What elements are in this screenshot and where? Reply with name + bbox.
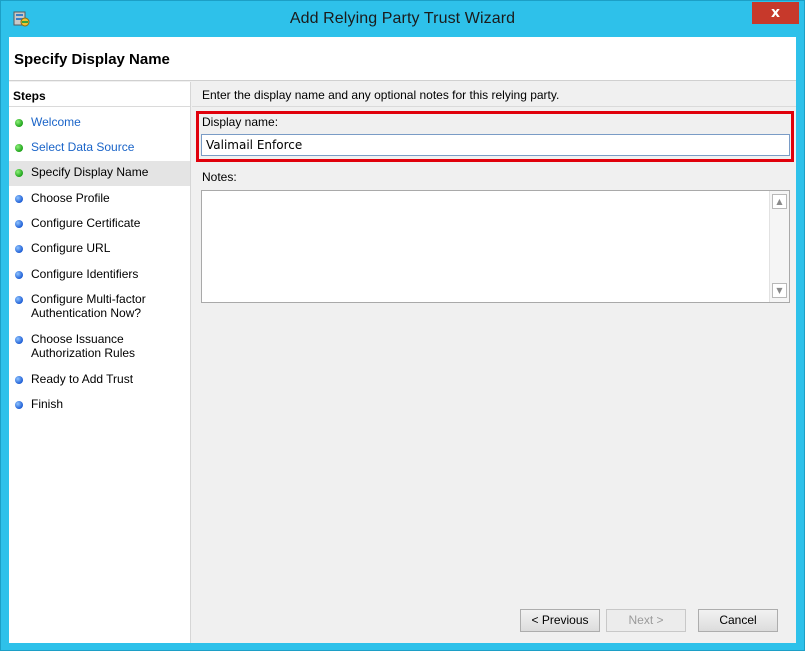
instruction-text: Enter the display name and any optional … bbox=[202, 88, 560, 102]
step-item-configure-identifiers: Configure Identifiers bbox=[9, 267, 190, 287]
notes-scrollbar[interactable]: ▲ ▼ bbox=[769, 191, 789, 302]
step-label: Choose Issuance Authorization Rules bbox=[31, 332, 136, 360]
step-item-configure-url: Configure URL bbox=[9, 241, 190, 261]
step-label: Specify Display Name bbox=[31, 165, 149, 179]
step-pending-icon bbox=[15, 220, 23, 228]
page-title: Specify Display Name bbox=[14, 51, 170, 68]
step-item-configure-certificate: Configure Certificate bbox=[9, 216, 190, 236]
highlight-annotation bbox=[196, 111, 794, 162]
step-complete-icon bbox=[15, 119, 23, 127]
step-item-choose-profile: Choose Profile bbox=[9, 191, 190, 211]
scroll-down-icon[interactable]: ▼ bbox=[772, 283, 787, 298]
step-item-configure-mfa: Configure Multi-factor Authentication No… bbox=[9, 292, 190, 324]
steps-sidebar: Steps Welcome Select Data Source Specify… bbox=[9, 82, 191, 643]
notes-label: Notes: bbox=[202, 170, 237, 184]
step-label: Configure Multi-factor Authentication No… bbox=[31, 292, 146, 320]
step-label: Configure Identifiers bbox=[31, 267, 139, 281]
step-label: Welcome bbox=[31, 115, 81, 129]
divider bbox=[9, 106, 190, 107]
step-pending-icon bbox=[15, 376, 23, 384]
title-bar[interactable]: Add Relying Party Trust Wizard x bbox=[1, 1, 804, 37]
step-label: Finish bbox=[31, 397, 64, 411]
wizard-window: Add Relying Party Trust Wizard x Specify… bbox=[0, 0, 805, 651]
step-label: Select Data Source bbox=[31, 140, 135, 154]
step-label: Configure Certificate bbox=[31, 216, 141, 230]
main-panel: Enter the display name and any optional … bbox=[192, 82, 796, 643]
step-pending-icon bbox=[15, 245, 23, 253]
step-pending-icon bbox=[15, 336, 23, 344]
notes-textarea[interactable]: ▲ ▼ bbox=[201, 190, 790, 303]
cancel-button[interactable]: Cancel bbox=[698, 609, 778, 632]
step-pending-icon bbox=[15, 296, 23, 304]
step-item-select-data-source[interactable]: Select Data Source bbox=[9, 140, 190, 160]
scroll-up-icon[interactable]: ▲ bbox=[772, 194, 787, 209]
step-pending-icon bbox=[15, 271, 23, 279]
window-title: Add Relying Party Trust Wizard bbox=[289, 10, 516, 27]
previous-button[interactable]: < Previous bbox=[520, 609, 600, 632]
step-label: Ready to Add Trust bbox=[31, 372, 134, 386]
next-button[interactable]: Next > bbox=[606, 609, 686, 632]
close-button[interactable]: x bbox=[752, 2, 799, 24]
wizard-client-area: Specify Display Name Steps Welcome Selec… bbox=[9, 37, 796, 643]
step-label: Choose Profile bbox=[31, 191, 110, 205]
step-item-choose-issuance-authorization-rules: Choose Issuance Authorization Rules bbox=[9, 332, 190, 364]
divider bbox=[192, 106, 796, 107]
step-current-icon bbox=[15, 169, 23, 177]
step-pending-icon bbox=[15, 195, 23, 203]
step-pending-icon bbox=[15, 401, 23, 409]
step-item-specify-display-name[interactable]: Specify Display Name bbox=[9, 161, 190, 186]
step-item-welcome[interactable]: Welcome bbox=[9, 115, 190, 135]
step-item-finish: Finish bbox=[9, 397, 190, 417]
page-header: Specify Display Name bbox=[9, 37, 796, 81]
step-item-ready-to-add-trust: Ready to Add Trust bbox=[9, 372, 190, 392]
step-complete-icon bbox=[15, 144, 23, 152]
steps-heading: Steps bbox=[13, 89, 46, 103]
step-label: Configure URL bbox=[31, 241, 111, 255]
